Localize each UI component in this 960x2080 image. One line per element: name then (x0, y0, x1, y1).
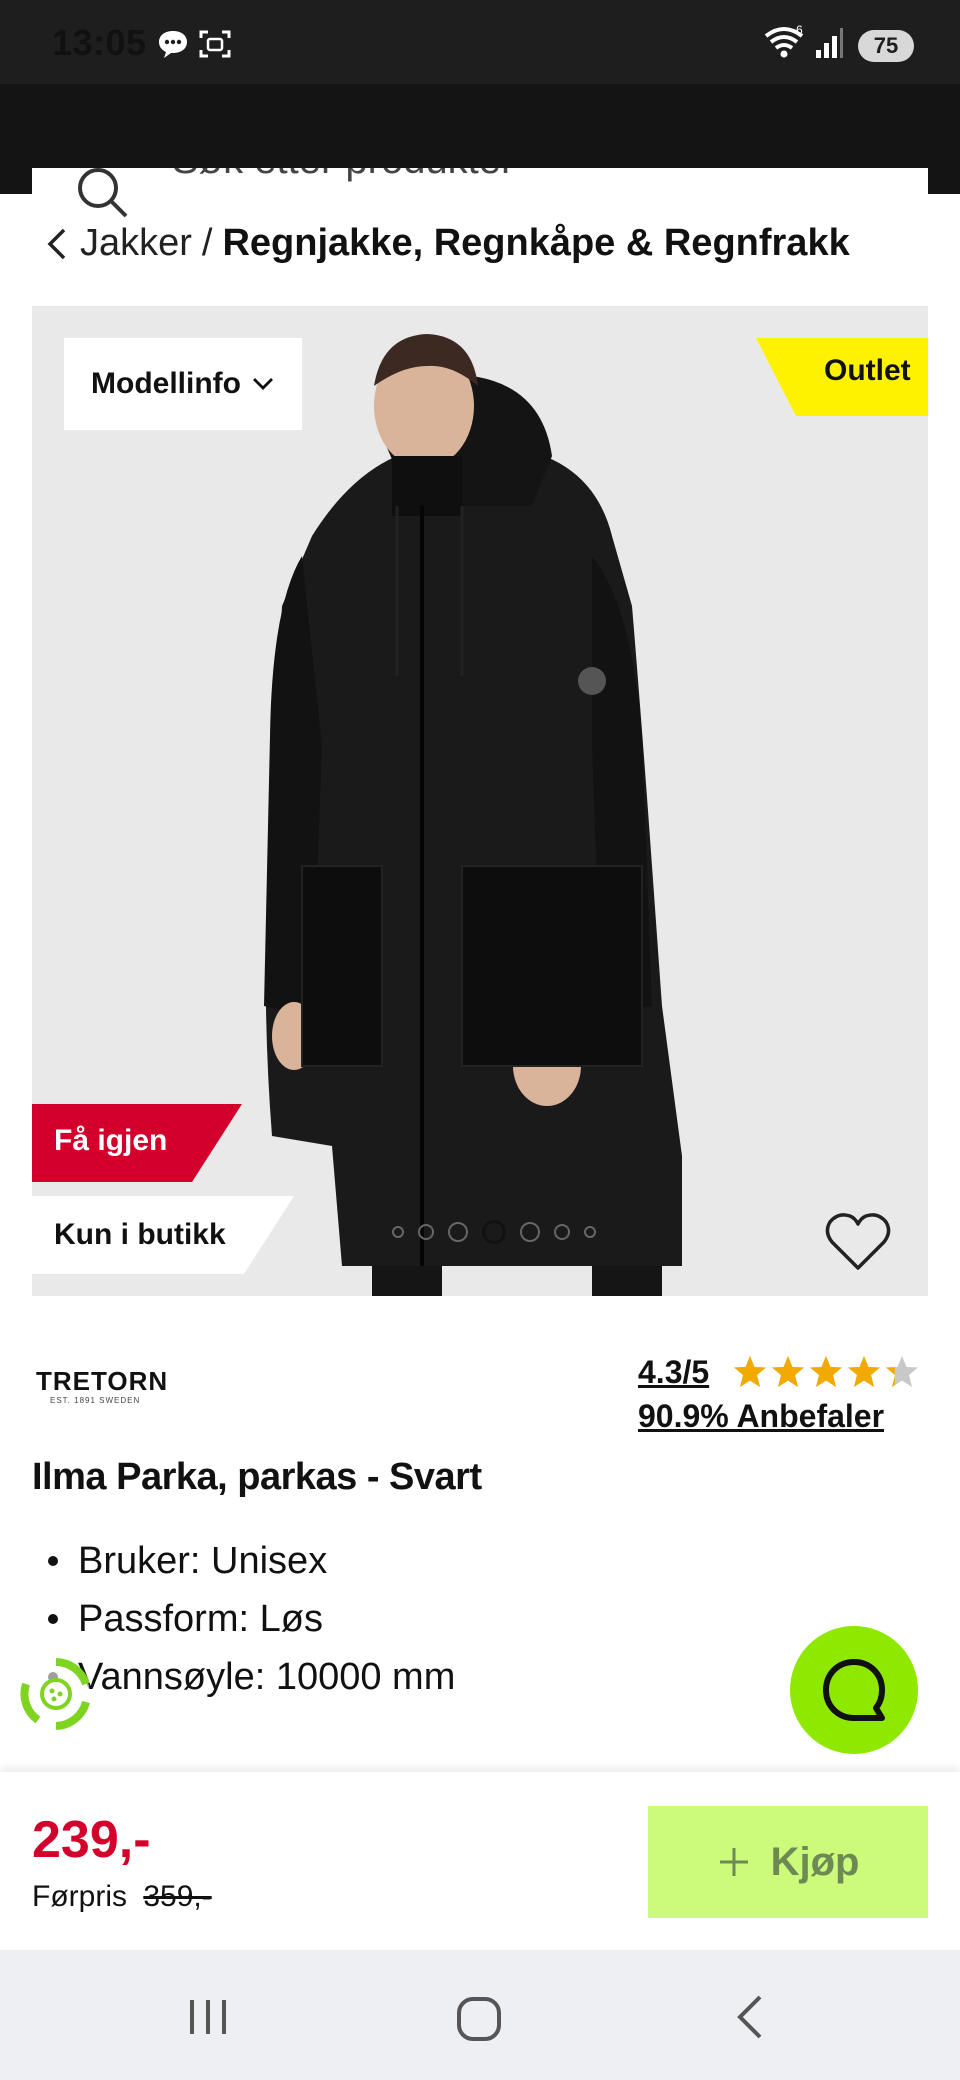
model-info-label: Modellinfo (91, 367, 241, 400)
breadcrumb-parent-link[interactable]: Jakker (80, 222, 192, 265)
outlet-badge-label: Outlet (824, 354, 911, 387)
product-image-carousel[interactable]: Modellinfo Outlet Få igjen Kun i butikk (32, 306, 928, 1296)
carousel-dot[interactable] (392, 1226, 404, 1238)
carousel-dot[interactable] (520, 1222, 540, 1242)
signal-icon (816, 28, 843, 58)
current-price: 239,- (32, 1811, 151, 1869)
star-icon (772, 1356, 804, 1387)
heart-icon[interactable] (822, 1206, 894, 1278)
status-time: 13:05 (52, 22, 147, 63)
svg-text:6: 6 (796, 24, 803, 37)
carousel-indicator (392, 1220, 596, 1244)
chevron-down-icon (252, 378, 273, 390)
breadcrumb-separator: / (201, 222, 213, 264)
star-icon (810, 1356, 842, 1387)
breadcrumb: Jakker / Regnjakke, Regnkåpe & Regnfrakk (44, 222, 850, 265)
back-icon[interactable] (730, 1992, 770, 2042)
recycle-icon[interactable] (16, 1654, 96, 1734)
rating-stars (732, 1354, 920, 1390)
battery-indicator: 75 (858, 30, 914, 62)
rating-link[interactable]: 4.3/5 (638, 1354, 709, 1391)
brand-logo[interactable]: TRETORN (36, 1366, 168, 1397)
star-icon (886, 1356, 918, 1387)
chevron-left-icon[interactable] (44, 224, 70, 264)
carousel-dot[interactable] (448, 1222, 468, 1242)
previous-price-label: Førpris (32, 1880, 127, 1913)
home-icon[interactable] (454, 1994, 504, 2044)
breadcrumb-current: Regnjakke, Regnkåpe & Regnfrakk (222, 222, 850, 264)
list-item: Vannsøyle: 10000 mm (48, 1648, 455, 1706)
carousel-dot[interactable] (418, 1224, 434, 1240)
screenshot-icon (199, 30, 231, 58)
search-icon (78, 168, 128, 218)
product-title: Ilma Parka, parkas - Svart (32, 1456, 482, 1498)
plus-icon (719, 1848, 748, 1876)
search-placeholder: Søk etter produkter (172, 168, 514, 183)
carousel-dot[interactable] (554, 1224, 570, 1240)
brand-tagline: EST. 1891 SWEDEN (50, 1396, 141, 1405)
carousel-dot-active[interactable] (482, 1220, 506, 1244)
list-item: Passform: Løs (48, 1590, 455, 1648)
recent-apps-icon[interactable] (186, 1994, 232, 2040)
list-item: Bruker: Unisex (48, 1532, 455, 1590)
wifi-icon: 6 (764, 24, 804, 58)
recommend-link[interactable]: 90.9% Anbefaler (638, 1398, 884, 1435)
search-header: Søk etter produkter (0, 84, 960, 224)
star-icon (848, 1356, 880, 1387)
search-input[interactable]: Søk etter produkter (32, 168, 928, 224)
buy-button-label: Kjøp (770, 1839, 860, 1884)
chat-bubble-icon (823, 1659, 885, 1721)
get-back-badge-label: Få igjen (54, 1124, 168, 1157)
buy-button[interactable]: Kjøp (648, 1806, 928, 1918)
carousel-dot[interactable] (584, 1226, 596, 1238)
previous-price: Førpris 359,- (32, 1880, 212, 1914)
star-icon (734, 1356, 766, 1387)
chat-button[interactable] (790, 1626, 918, 1754)
model-info-button[interactable]: Modellinfo (64, 338, 302, 430)
message-notification-icon (159, 31, 187, 58)
feature-list: Bruker: Unisex Passform: Løs Vannsøyle: … (48, 1532, 455, 1706)
store-only-badge-label: Kun i butikk (54, 1218, 226, 1251)
previous-price-value: 359,- (143, 1880, 212, 1913)
